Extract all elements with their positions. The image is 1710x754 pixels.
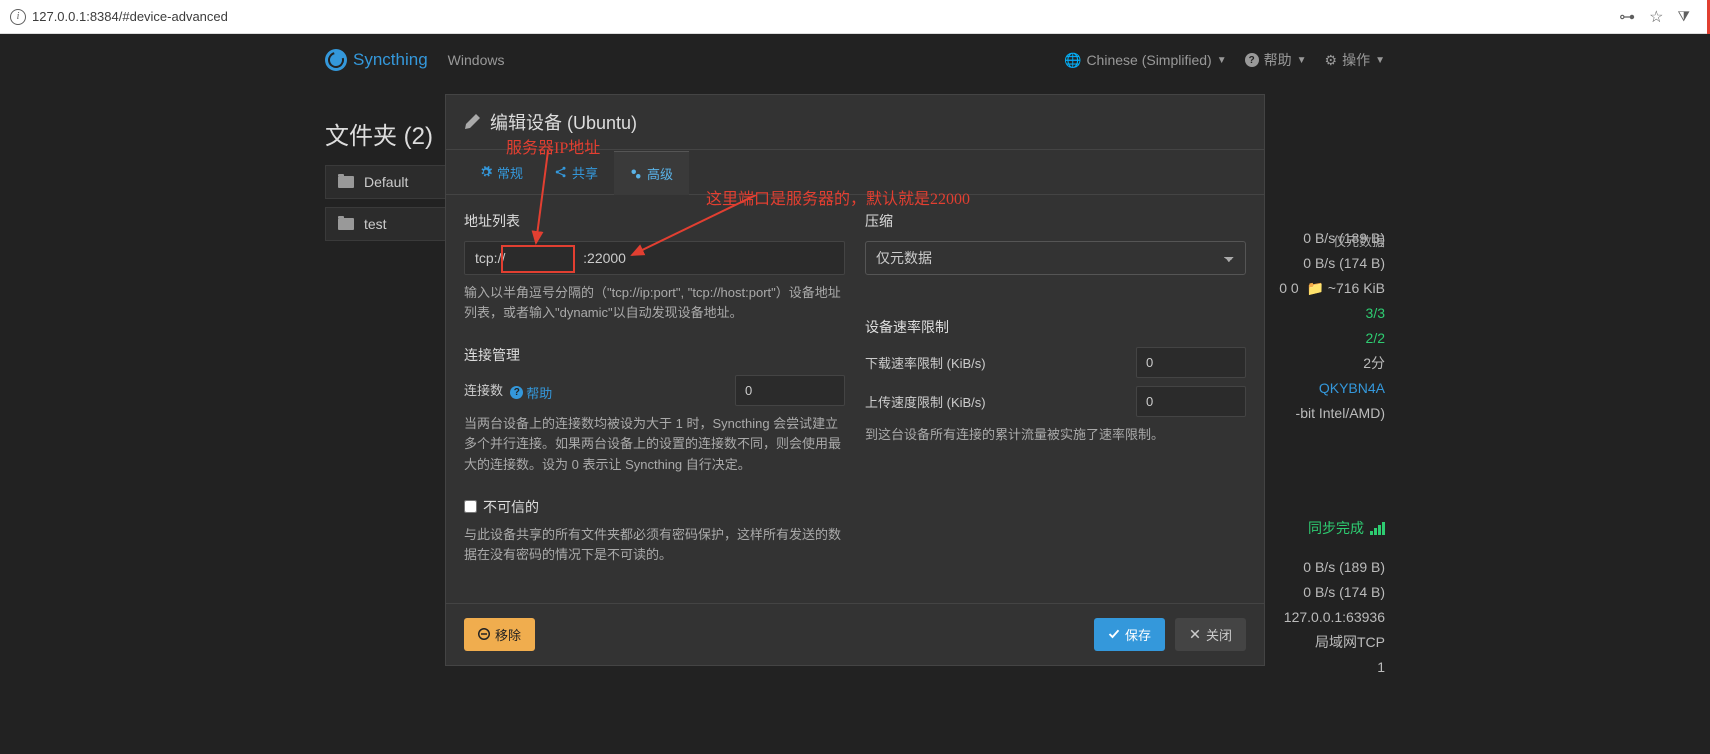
nav-language[interactable]: 🌐 Chinese (Simplified) ▼ — [1064, 52, 1227, 69]
sync-status: 同步完成 — [1308, 516, 1385, 541]
modal-footer: 移除 保存 关闭 — [446, 603, 1264, 665]
tab-advanced[interactable]: 高级 — [614, 151, 689, 195]
compression-select[interactable]: 仅元数据 — [865, 241, 1246, 275]
cogs-icon — [630, 168, 642, 180]
nav-help[interactable]: ? 帮助 ▼ — [1245, 50, 1307, 70]
caret-down-icon: ▼ — [1375, 55, 1385, 66]
caret-down-icon: ▼ — [1297, 55, 1307, 66]
rate-limit-label: 设备速率限制 — [865, 317, 1246, 337]
signal-icon — [1370, 522, 1385, 535]
delete-button[interactable]: 移除 — [464, 618, 535, 651]
url-text: 127.0.0.1:8384/#device-advanced — [32, 9, 228, 24]
folder-label: test — [364, 216, 387, 232]
conn-count-label: 连接数 帮助 — [464, 380, 552, 402]
brand-logo-icon — [325, 49, 347, 71]
modal-right-column: 压缩 仅元数据 设备速率限制 下载速率限制 (KiB/s) 上传速度限制 (Ki… — [865, 211, 1246, 587]
annotation-port: 这里端口是服务器的，默认就是22000 — [706, 185, 970, 209]
browser-chrome: i 127.0.0.1:8384/#device-advanced ⊶ ☆ ⧩ — [0, 0, 1710, 34]
nav-device-name[interactable]: Windows — [448, 52, 505, 68]
browser-action-icons: ⊶ ☆ ⧩ — [1619, 7, 1690, 27]
navbar: Syncthing Windows 🌐 Chinese (Simplified)… — [325, 34, 1385, 86]
key-icon[interactable]: ⊶ — [1619, 7, 1635, 27]
url-bar[interactable]: i 127.0.0.1:8384/#device-advanced — [10, 9, 1611, 25]
untrusted-checkbox-row[interactable]: 不可信的 — [464, 497, 845, 517]
extensions-icon[interactable]: ⧩ — [1678, 8, 1691, 25]
app-root: Syncthing Windows 🌐 Chinese (Simplified)… — [0, 34, 1710, 754]
conn-count-input[interactable] — [735, 375, 845, 406]
folder-label: Default — [364, 174, 408, 190]
minus-circle-icon — [478, 628, 490, 640]
ul-limit-input[interactable] — [1136, 386, 1246, 417]
untrusted-checkbox[interactable] — [464, 500, 477, 513]
modal-title: 编辑设备 (Ubuntu) — [490, 109, 637, 135]
annotation-ip: 服务器IP地址 — [506, 134, 600, 158]
share-icon — [555, 166, 567, 178]
gear-icon — [480, 166, 492, 178]
dl-limit-input[interactable] — [1136, 347, 1246, 378]
addresses-input[interactable] — [464, 241, 845, 275]
rate-help-text: 到这台设备所有连接的累计流量被实施了速率限制。 — [865, 425, 1246, 445]
untrusted-label: 不可信的 — [483, 497, 539, 517]
edit-device-modal: 编辑设备 (Ubuntu) 服务器IP地址 这里端口是服务器的，默认就是2200… — [445, 94, 1265, 666]
close-button[interactable]: 关闭 — [1175, 618, 1246, 651]
info-icon: i — [10, 9, 26, 25]
addresses-help: 输入以半角逗号分隔的（"tcp://ip:port", "tcp://host:… — [464, 283, 845, 323]
close-icon — [1189, 628, 1201, 640]
gear-icon: ⚙ — [1325, 52, 1338, 69]
help-icon: ? — [1245, 53, 1259, 67]
folder-icon — [338, 176, 354, 188]
conn-help-text: 当两台设备上的连接数均被设为大于 1 时，Syncthing 会尝试建立多个并行… — [464, 414, 845, 474]
addresses-label: 地址列表 — [464, 211, 845, 231]
conn-help-link[interactable]: 帮助 — [510, 383, 552, 402]
modal-left-column: 地址列表 输入以半角逗号分隔的（"tcp://ip:port", "tcp://… — [464, 211, 845, 587]
nav-actions[interactable]: ⚙ 操作 ▼ — [1325, 50, 1385, 70]
globe-icon: 🌐 — [1064, 52, 1081, 69]
dl-limit-label: 下载速率限制 (KiB/s) — [865, 353, 986, 372]
bookmark-star-icon[interactable]: ☆ — [1649, 7, 1663, 27]
untrusted-help: 与此设备共享的所有文件夹都必须有密码保护，这样所有发送的数据在没有密码的情况下是… — [464, 525, 845, 565]
pencil-icon — [464, 114, 480, 130]
brand[interactable]: Syncthing — [325, 49, 428, 71]
compression-label: 压缩 — [865, 211, 1246, 231]
conn-mgmt-label: 连接管理 — [464, 345, 845, 365]
ul-limit-label: 上传速度限制 (KiB/s) — [865, 392, 986, 411]
brand-text: Syncthing — [353, 50, 428, 70]
save-button[interactable]: 保存 — [1094, 618, 1165, 651]
check-icon — [1108, 628, 1120, 640]
folder-icon — [338, 218, 354, 230]
caret-down-icon: ▼ — [1217, 55, 1227, 66]
